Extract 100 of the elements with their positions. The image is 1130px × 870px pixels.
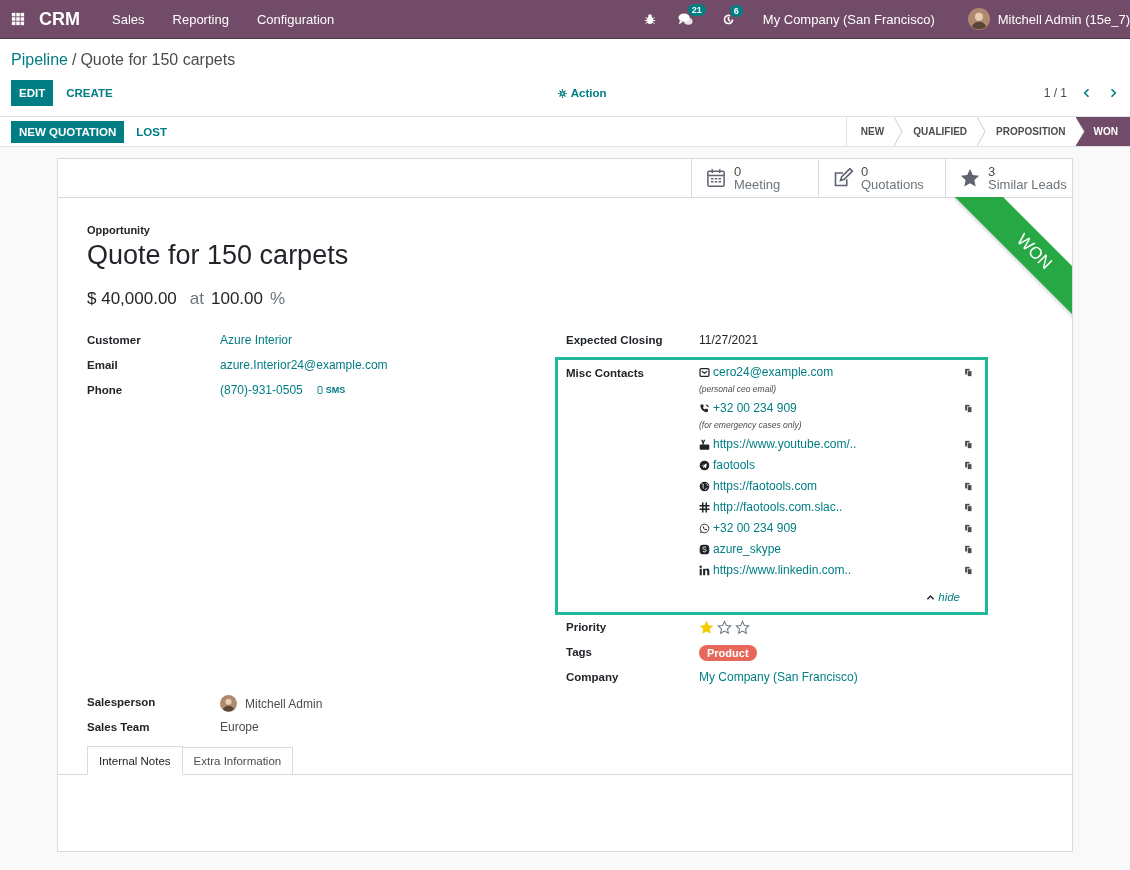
field-label: Expected Closing [566, 333, 664, 346]
contact-link[interactable]: azure_skype [713, 542, 782, 556]
percent-sign: % [270, 289, 286, 309]
copy-button[interactable] [964, 439, 973, 449]
empty-star-icon [717, 620, 732, 635]
copy-button[interactable] [964, 523, 973, 533]
notebook-tab[interactable]: Extra Information [182, 747, 294, 775]
menu-item[interactable]: Configuration [242, 11, 349, 27]
field-label: Customer [87, 333, 142, 346]
telegram-icon [699, 459, 710, 471]
breadcrumb-current: Quote for 150 carpets [80, 51, 236, 70]
field-value: Europe [220, 719, 260, 734]
copy-button[interactable] [964, 481, 973, 491]
new-quotation-button[interactable]: NEW QUOTATION [11, 120, 125, 143]
field-label: Phone [87, 383, 124, 396]
field-label: Tags [566, 645, 593, 658]
breadcrumb-separator: / [71, 51, 77, 70]
field-label: Salesperson [87, 695, 157, 708]
edit-icon [833, 168, 853, 188]
contact-link[interactable]: https://www.youtube.com/.. [713, 437, 857, 451]
app-name[interactable]: CRM [39, 8, 80, 30]
field-link[interactable]: My Company (San Francisco) [699, 669, 1043, 684]
calendar-icon [706, 168, 726, 188]
copy-button[interactable] [964, 460, 973, 470]
youtube-icon [699, 438, 710, 450]
message-count-badge: 21 [687, 3, 706, 16]
stat-button[interactable]: 0 Meeting [691, 159, 818, 197]
contact-link[interactable]: +32 00 234 909 [713, 401, 797, 415]
sms-link[interactable]: SMS [315, 385, 346, 395]
empty-star-icon [735, 620, 750, 635]
action-menu[interactable]: Action [557, 87, 607, 99]
stage-separator [977, 117, 987, 146]
field-value: Mitchell Admin [245, 696, 323, 711]
copy-button[interactable] [964, 502, 973, 512]
contact-link[interactable]: https://faotools.com [713, 479, 818, 493]
contact-link[interactable]: cero24@example.com [713, 365, 834, 379]
linkedin-icon [699, 564, 710, 576]
phone-link[interactable]: (870)-931-0505 [220, 383, 303, 397]
phone-icon [699, 402, 710, 414]
field-label: Sales Team [87, 720, 151, 733]
copy-icon [964, 403, 973, 413]
copy-icon [964, 481, 973, 491]
copy-button[interactable] [964, 403, 973, 413]
edit-button[interactable]: EDIT [11, 80, 54, 106]
copy-icon [964, 367, 973, 377]
field-value: 11/27/2021 [699, 332, 760, 347]
mobile-icon [315, 386, 324, 394]
slack-icon [699, 501, 710, 513]
field-label: Company [566, 670, 620, 683]
copy-button[interactable] [964, 565, 973, 575]
copy-icon [964, 544, 973, 554]
filled-star-icon [699, 620, 714, 635]
contact-link[interactable]: faotools [713, 458, 756, 472]
stage-separator [894, 117, 904, 146]
record-title: Quote for 150 carpets [87, 240, 349, 271]
stat-button[interactable]: 0 Quotations [818, 159, 945, 197]
field-label: Email [87, 358, 119, 371]
probability: 100.00 [211, 289, 263, 309]
contact-link[interactable]: +32 00 234 909 [713, 521, 797, 535]
priority-star[interactable] [717, 620, 732, 635]
copy-icon [964, 439, 973, 449]
email-icon [699, 366, 710, 378]
priority-star[interactable] [735, 620, 750, 635]
expected-revenue: $ 40,000.00 [87, 289, 177, 309]
copy-icon [964, 502, 973, 512]
user-avatar [967, 8, 990, 30]
caret-up-icon [926, 592, 936, 602]
field-label: Priority [566, 620, 608, 633]
field-label: Misc Contacts [566, 366, 645, 381]
activity-icon [721, 12, 735, 26]
company-switcher[interactable]: My Company (San Francisco) [762, 11, 935, 27]
user-menu[interactable]: Mitchell Admin (15e_7) [997, 11, 1130, 27]
apps-menu-icon[interactable] [11, 12, 25, 26]
copy-icon [964, 460, 973, 470]
breadcrumb-link[interactable]: Pipeline [11, 51, 68, 79]
website-icon [699, 480, 710, 492]
notebook-tab[interactable]: Internal Notes [87, 746, 183, 775]
create-button[interactable]: CREATE [58, 80, 121, 106]
lost-button[interactable]: LOST [128, 120, 175, 143]
copy-icon [964, 523, 973, 533]
menu-item[interactable]: Reporting [158, 11, 243, 27]
salesperson-avatar [220, 695, 237, 712]
contact-link[interactable]: http://faotools.com.slac.. [713, 500, 843, 514]
field-link[interactable]: Azure Interior [220, 332, 566, 347]
contact-link[interactable]: https://www.linkedin.com.. [713, 563, 852, 577]
menu-item[interactable]: Sales [98, 11, 159, 27]
activity-count-badge: 6 [729, 4, 743, 17]
copy-button[interactable] [964, 544, 973, 554]
priority-star[interactable] [699, 620, 714, 635]
hide-link[interactable]: hide [699, 591, 960, 603]
whatsapp-icon [699, 522, 710, 534]
skype-icon [699, 543, 710, 555]
status-stage[interactable]: WON [1075, 117, 1130, 146]
gear-icon [557, 88, 567, 98]
copy-icon [964, 565, 973, 575]
bug-icon [643, 13, 656, 25]
tag: Product [699, 645, 757, 661]
at-label: at [189, 289, 204, 309]
field-link[interactable]: azure.Interior24@example.com [220, 357, 566, 372]
copy-button[interactable] [964, 367, 973, 377]
